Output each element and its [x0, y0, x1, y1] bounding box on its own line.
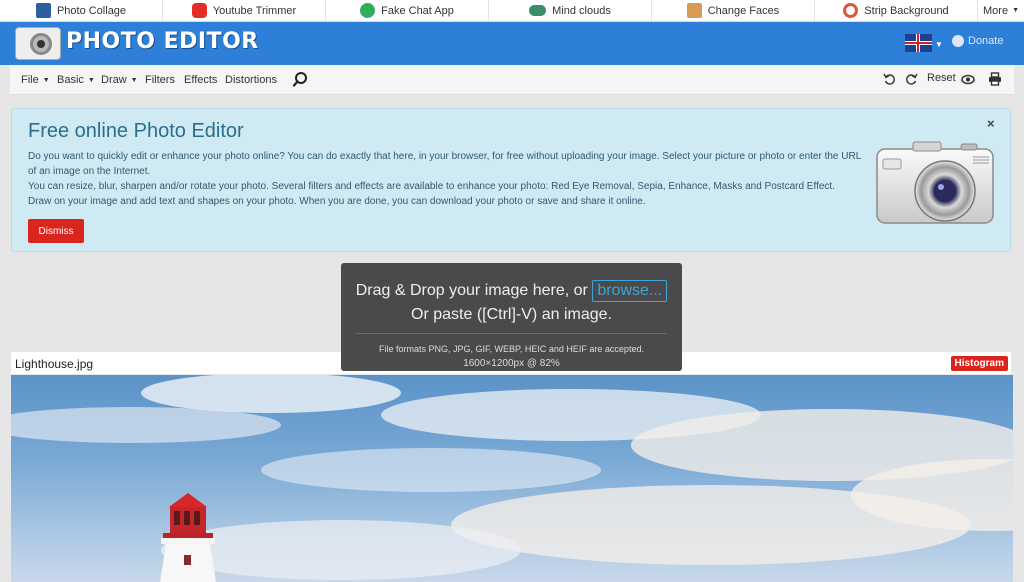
- image-filename: Lighthouse.jpg: [15, 357, 94, 371]
- drop-text: Drag & Drop your image here, or: [355, 282, 588, 299]
- site-logo-text[interactable]: PHOTO EDITOR: [66, 29, 259, 54]
- menu-distortions[interactable]: Distortions: [225, 65, 277, 95]
- dismiss-button[interactable]: Dismiss: [28, 219, 84, 243]
- lighthouse-photo: [11, 375, 1013, 582]
- more-dropdown[interactable]: More ▼: [978, 0, 1024, 21]
- close-icon[interactable]: ×: [987, 116, 995, 131]
- youtube-icon: [191, 3, 207, 18]
- reset-button[interactable]: Reset: [927, 72, 956, 84]
- menu-label: Distortions: [225, 74, 277, 86]
- menu-file[interactable]: File ▼: [21, 65, 50, 95]
- menu-draw[interactable]: Draw ▼: [101, 65, 138, 95]
- paste-instruction: Or paste ([Ctrl]-V) an image.: [411, 306, 612, 323]
- link-mind-clouds[interactable]: Mind clouds: [489, 0, 652, 21]
- menu-basic[interactable]: Basic ▼: [57, 65, 95, 95]
- strip-icon: [843, 3, 859, 18]
- menu-label: Basic: [57, 74, 84, 86]
- intro-paragraph: You can resize, blur, sharpen and/or rot…: [28, 181, 835, 192]
- more-label: More: [983, 4, 1009, 17]
- menu-label: File: [21, 74, 39, 86]
- link-label: Photo Collage: [56, 4, 127, 17]
- menu-label: Draw: [101, 74, 127, 86]
- face-icon: [686, 3, 702, 18]
- link-label: Fake Chat App: [381, 4, 454, 17]
- intro-paragraph: Draw on your image and add text and shap…: [28, 196, 646, 207]
- link-label: Youtube Trimmer: [212, 4, 297, 17]
- drop-zone[interactable]: Drag & Drop your image here, or browse..…: [341, 263, 682, 371]
- link-label: Mind clouds: [552, 4, 611, 17]
- app-links-bar: Photo Collage Youtube Trimmer Fake Chat …: [0, 0, 1024, 22]
- drop-instruction: Drag & Drop your image here, or browse..…: [341, 280, 682, 302]
- link-label: Strip Background: [864, 4, 949, 17]
- menu-effects[interactable]: Effects: [184, 65, 217, 95]
- menu-filters[interactable]: Filters: [145, 65, 175, 95]
- donate-label: Donate: [968, 35, 1004, 47]
- search-icon[interactable]: [292, 71, 309, 88]
- menu-label: Filters: [145, 74, 175, 86]
- chevron-down-icon: ▼: [87, 76, 95, 84]
- accepted-formats-text: File formats PNG, JPG, GIF, WEBP, HEIC a…: [379, 344, 644, 354]
- menu-label: Effects: [184, 74, 218, 86]
- divider: [356, 333, 667, 334]
- redo-icon[interactable]: [905, 73, 918, 86]
- link-fake-chat-app[interactable]: Fake Chat App: [326, 0, 489, 21]
- link-strip-background[interactable]: Strip Background: [815, 0, 978, 21]
- intro-paragraph: Do you want to quickly edit or enhance y…: [28, 151, 861, 177]
- link-photo-collage[interactable]: Photo Collage: [0, 0, 163, 21]
- editor-toolbar: File ▼ Basic ▼ Draw ▼ Filters Effects Disto…: [10, 65, 1014, 95]
- site-header: PHOTO EDITOR ▼ Donate: [0, 22, 1024, 65]
- link-label: Change Faces: [707, 4, 780, 17]
- image-size-zoom: 1600×1200px @ 82%: [463, 358, 560, 369]
- image-canvas[interactable]: [11, 375, 1013, 582]
- flag-cross: [917, 34, 919, 52]
- chat-icon: [360, 3, 376, 18]
- camera-illustration-icon: [876, 141, 994, 224]
- intro-text: Do you want to quickly edit or enhance y…: [28, 149, 863, 209]
- eye-icon[interactable]: [961, 73, 975, 86]
- chevron-down-icon: ▼: [130, 76, 138, 84]
- undo-icon[interactable]: [883, 73, 896, 86]
- cloud-icon: [529, 5, 547, 16]
- link-change-faces[interactable]: Change Faces: [652, 0, 815, 21]
- collage-icon: [35, 3, 51, 18]
- intro-title: Free online Photo Editor: [28, 120, 244, 142]
- link-youtube-trimmer[interactable]: Youtube Trimmer: [163, 0, 326, 21]
- user-icon: [952, 35, 964, 47]
- camera-logo-icon[interactable]: [15, 27, 61, 60]
- chevron-down-icon: ▼: [42, 76, 50, 84]
- histogram-button[interactable]: Histogram: [950, 356, 1008, 371]
- print-icon[interactable]: [988, 72, 1002, 86]
- browse-button[interactable]: browse...: [592, 280, 668, 302]
- intro-panel: Free online Photo Editor Do you want to …: [11, 108, 1011, 252]
- chevron-down-icon[interactable]: ▼: [935, 40, 943, 49]
- chevron-down-icon: ▼: [1012, 7, 1019, 14]
- donate-link[interactable]: Donate: [952, 35, 1003, 47]
